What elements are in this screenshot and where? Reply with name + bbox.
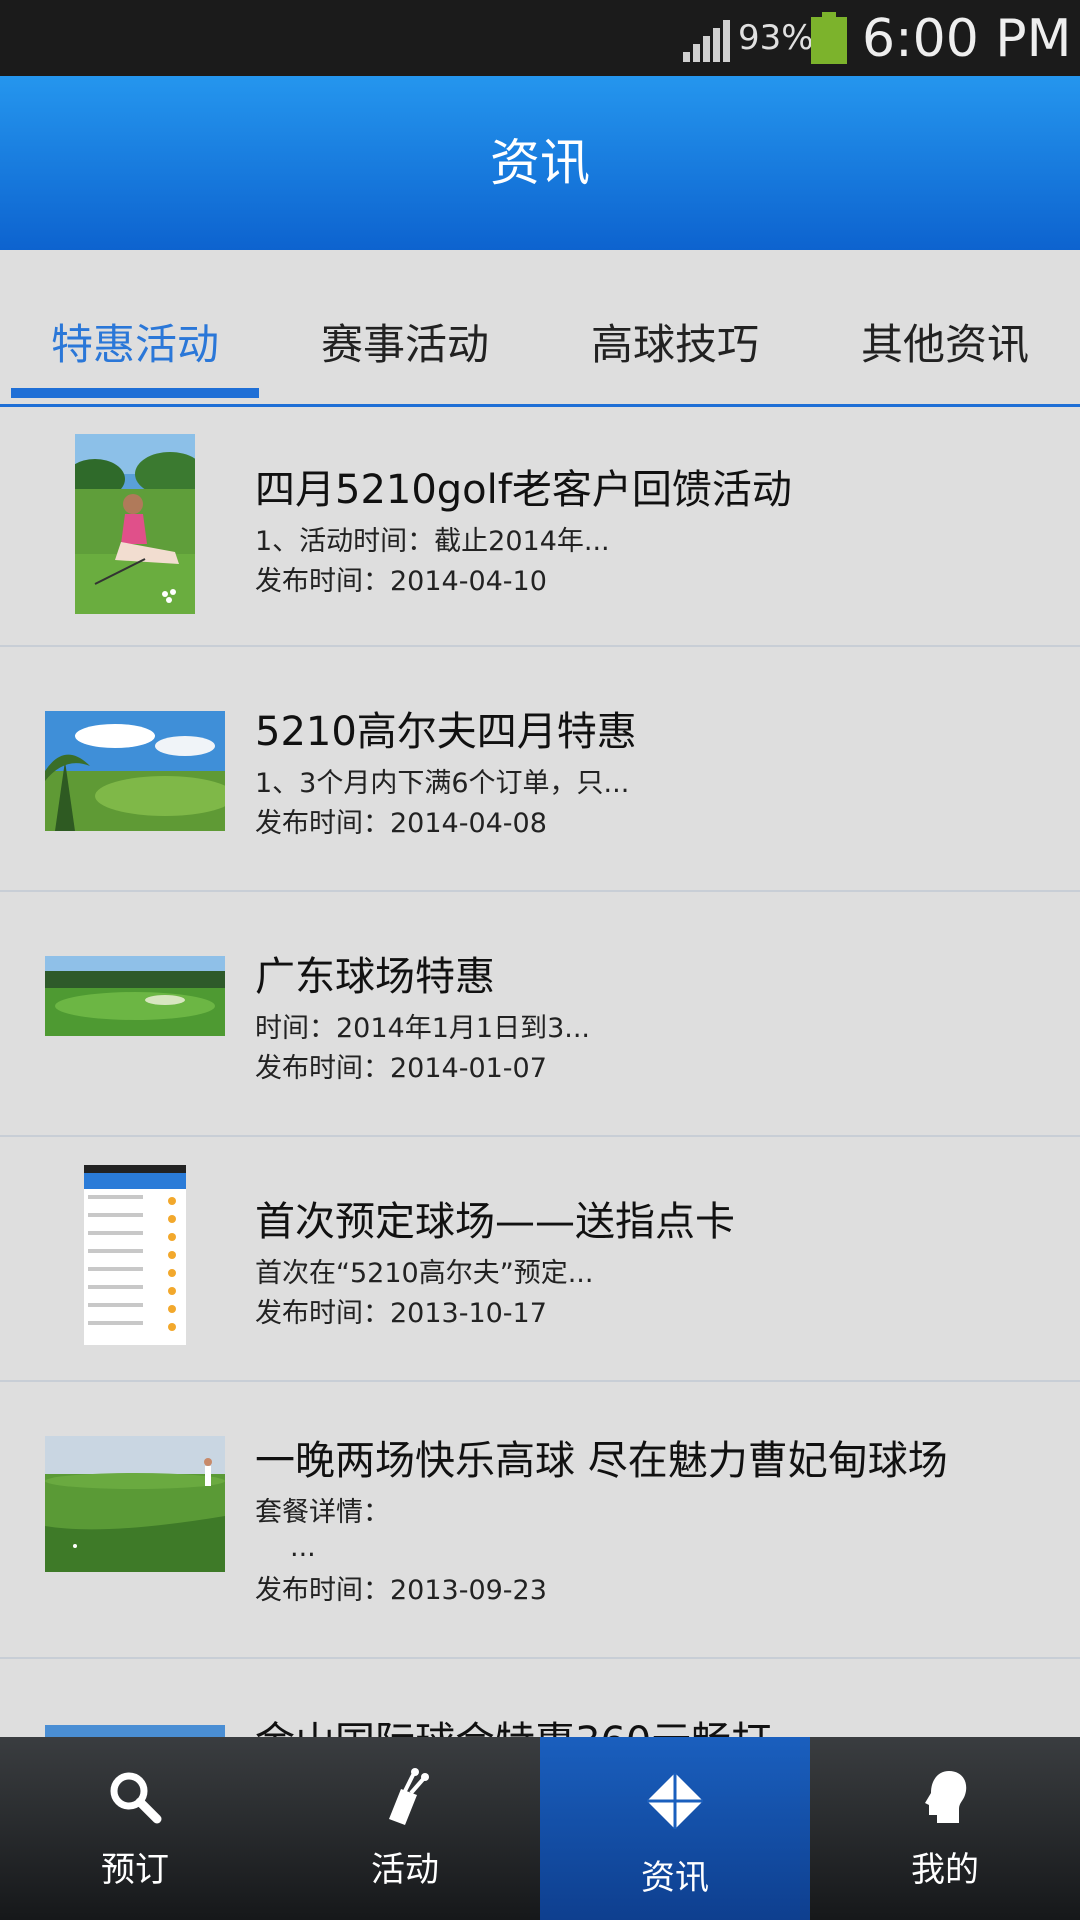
item-date: 发布时间：2013-09-23 <box>255 1575 547 1606</box>
tab-other-news[interactable]: 其他资讯 <box>810 310 1080 380</box>
news-thumbnail <box>84 1165 186 1345</box>
list-item[interactable]: 金山国际球会特惠360元畅打 <box>0 1659 1080 1737</box>
bottom-nav: 预订 活动 资讯 我的 <box>0 1737 1080 1920</box>
status-bar: 93% 6:00 PM <box>0 0 1080 76</box>
item-date: 发布时间：2014-04-08 <box>255 808 547 839</box>
list-item[interactable]: 广东球场特惠 时间：2014年1月1日到3... 发布时间：2014-01-07 <box>0 892 1080 1137</box>
tab-golf-tips[interactable]: 高球技巧 <box>540 310 810 380</box>
status-time: 6:00 PM <box>862 9 1072 69</box>
news-list[interactable]: 四月5210golf老客户回馈活动 1、活动时间：截止2014年... 发布时间… <box>0 407 1080 1737</box>
item-title: 金山国际球会特惠360元畅打 <box>255 1709 771 1737</box>
person-head-icon <box>925 1771 967 1823</box>
item-date: 发布时间：2014-04-10 <box>255 566 547 597</box>
item-summary-continued: ... <box>290 1532 316 1563</box>
item-title: 首次预定球场——送指点卡 <box>255 1199 735 1245</box>
item-title: 5210高尔夫四月特惠 <box>255 709 637 755</box>
item-summary: 套餐详情： <box>255 1497 390 1528</box>
list-item[interactable]: 一晚两场快乐高球 尽在魅力曹妃甸球场 套餐详情： ... 发布时间：2013-0… <box>0 1382 1080 1659</box>
search-icon <box>110 1772 162 1824</box>
item-title: 四月5210golf老客户回馈活动 <box>255 467 792 513</box>
golf-bag-icon <box>389 1768 429 1825</box>
nav-label: 资讯 <box>641 1858 709 1898</box>
item-summary: 时间：2014年1月1日到3... <box>255 1013 590 1044</box>
tab-special-offers[interactable]: 特惠活动 <box>0 310 270 380</box>
page-title: 资讯 <box>490 134 590 192</box>
envelope-icon <box>647 1773 703 1829</box>
news-thumbnail <box>45 1725 225 1737</box>
nav-label: 预订 <box>101 1850 169 1890</box>
list-item[interactable]: 首次预定球场——送指点卡 首次在“5210高尔夫”预定... 发布时间：2013… <box>0 1137 1080 1382</box>
nav-item-news[interactable]: 资讯 <box>540 1737 810 1920</box>
news-thumbnail <box>45 1436 225 1572</box>
nav-label: 我的 <box>911 1850 979 1890</box>
item-summary: 1、3个月内下满6个订单，只... <box>255 768 630 799</box>
news-thumbnail <box>45 956 225 1036</box>
item-summary: 首次在“5210高尔夫”预定... <box>255 1258 594 1289</box>
list-item[interactable]: 5210高尔夫四月特惠 1、3个月内下满6个订单，只... 发布时间：2014-… <box>0 647 1080 892</box>
news-thumbnail <box>45 711 225 831</box>
nav-label: 活动 <box>371 1850 439 1890</box>
nav-item-profile[interactable]: 我的 <box>810 1737 1080 1920</box>
category-tabs: 特惠活动 赛事活动 高球技巧 其他资讯 <box>0 250 1080 407</box>
item-title: 广东球场特惠 <box>255 954 495 1000</box>
nav-item-activities[interactable]: 活动 <box>270 1737 540 1920</box>
nav-item-booking[interactable]: 预订 <box>0 1737 270 1920</box>
list-item[interactable]: 四月5210golf老客户回馈活动 1、活动时间：截止2014年... 发布时间… <box>0 407 1080 647</box>
battery-icon <box>811 12 847 64</box>
item-date: 发布时间：2014-01-07 <box>255 1053 547 1084</box>
tab-tournaments[interactable]: 赛事活动 <box>270 310 540 380</box>
active-tab-indicator <box>11 388 259 398</box>
item-summary: 1、活动时间：截止2014年... <box>255 526 610 557</box>
item-date: 发布时间：2013-10-17 <box>255 1298 547 1329</box>
news-thumbnail <box>75 434 195 614</box>
item-title: 一晚两场快乐高球 尽在魅力曹妃甸球场 <box>255 1438 948 1484</box>
signal-icon <box>683 20 730 62</box>
app-header: 资讯 <box>0 76 1080 250</box>
battery-percent: 93% <box>738 18 814 58</box>
